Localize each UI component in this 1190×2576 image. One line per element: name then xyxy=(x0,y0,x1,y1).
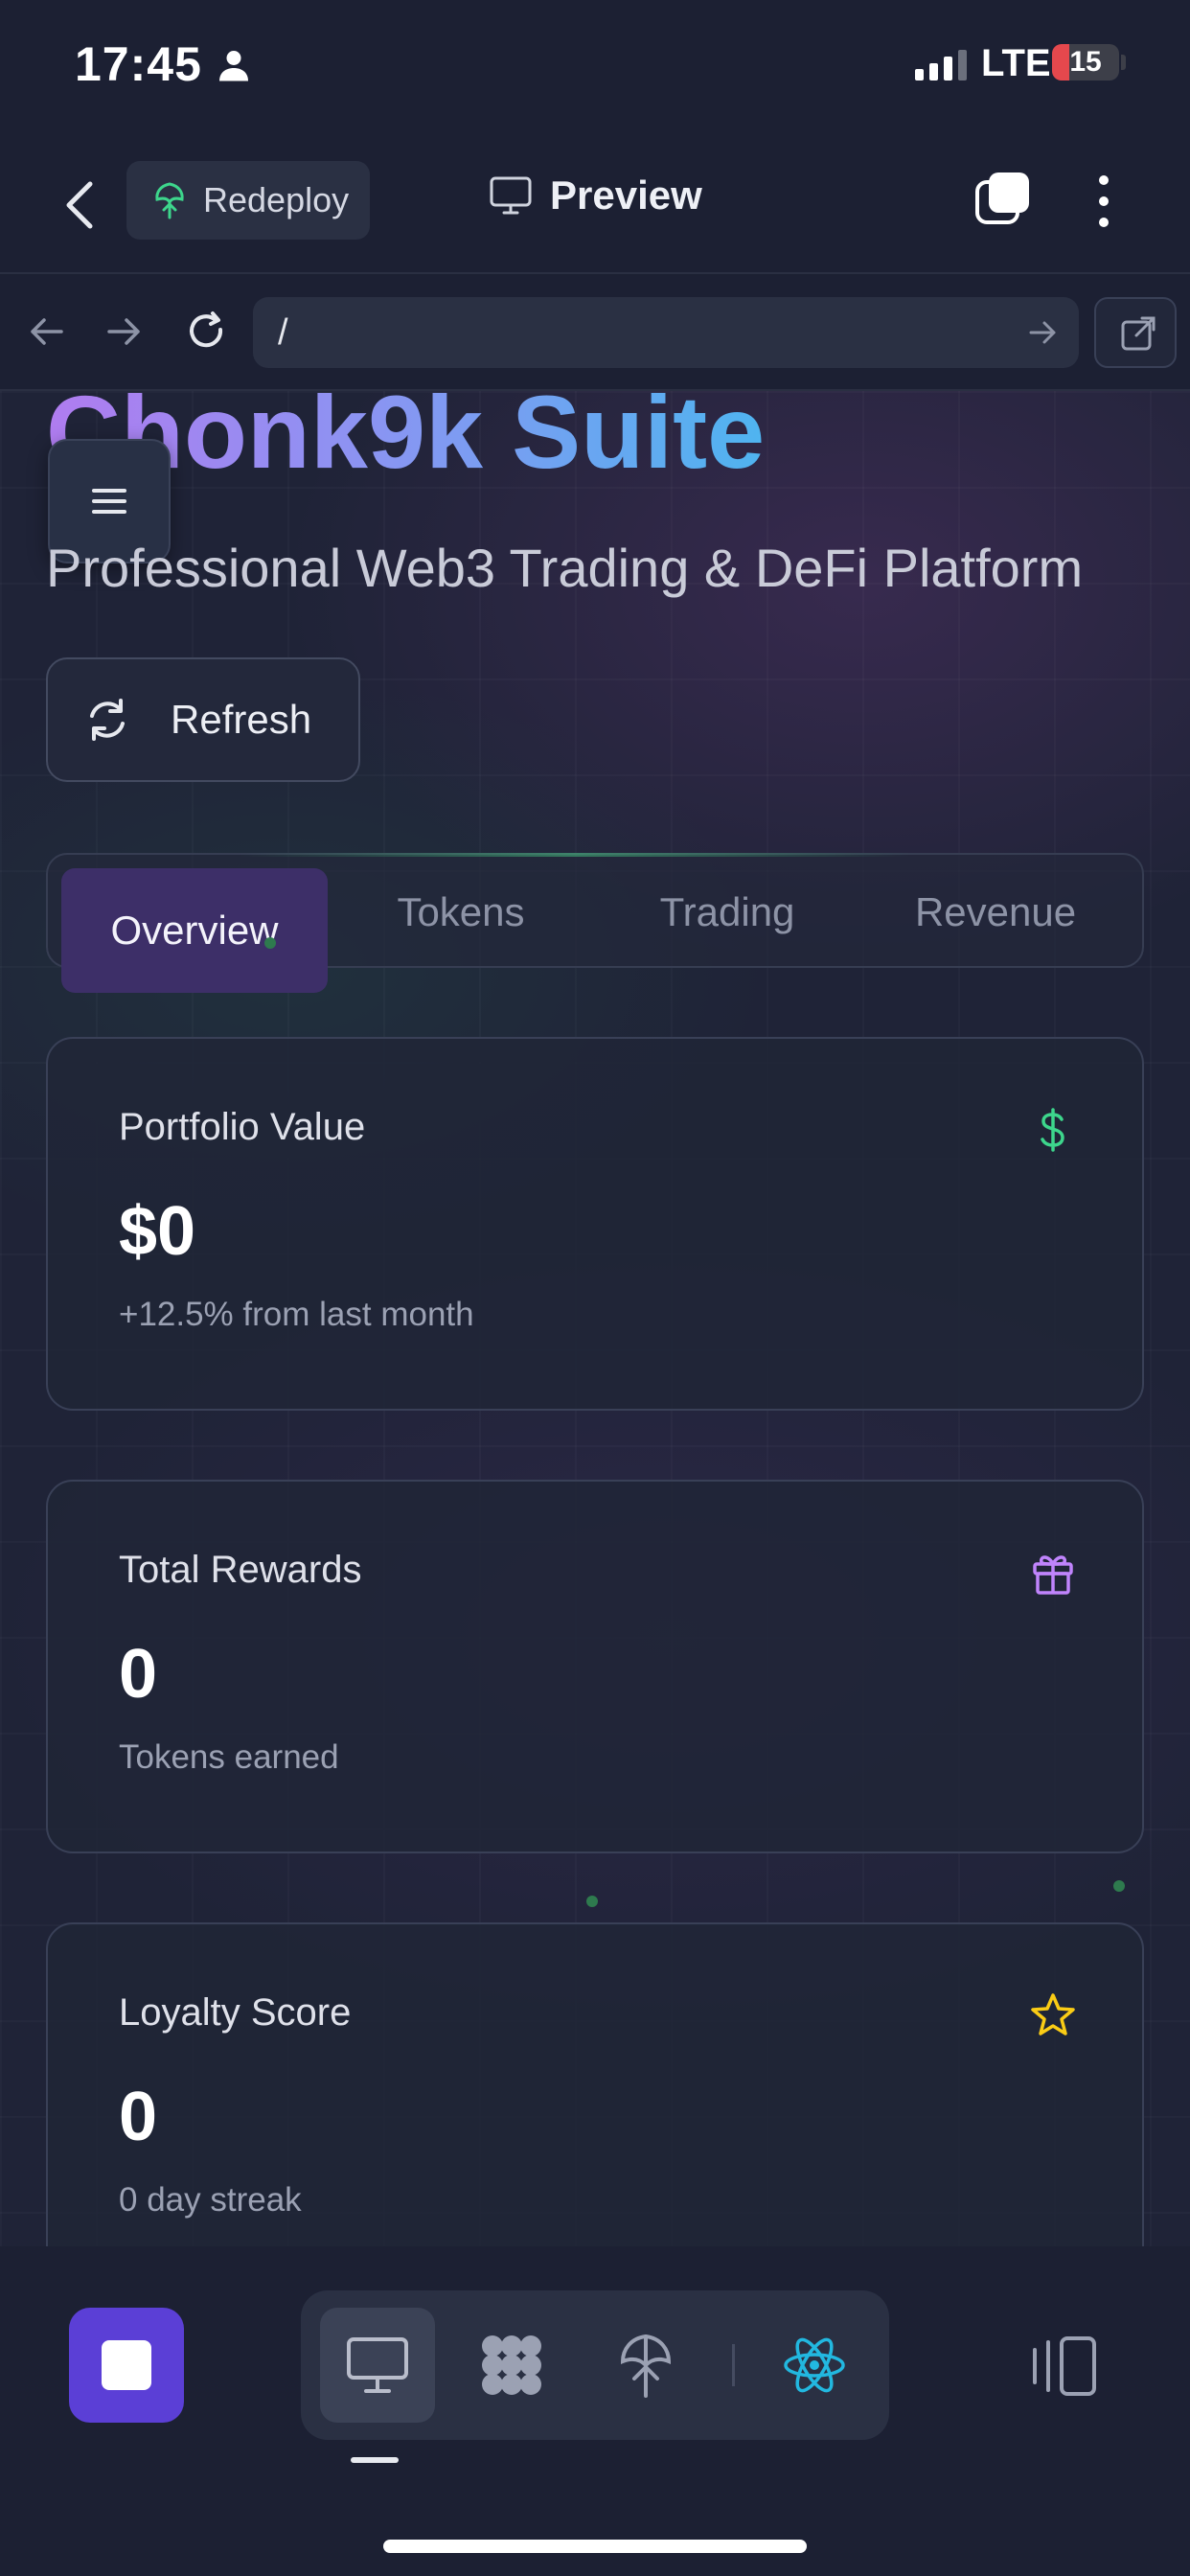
deploy-icon xyxy=(620,2334,672,2398)
redeploy-icon xyxy=(155,182,184,219)
card-label: Loyalty Score xyxy=(119,1991,352,2034)
browser-toolbar: / xyxy=(0,276,1190,391)
integrations-mode-button[interactable] xyxy=(454,2308,569,2423)
decorative-dot xyxy=(1113,1880,1125,1892)
loyalty-score-card: Loyalty Score 0 0 day streak xyxy=(46,1922,1144,2246)
decorative-dot xyxy=(264,937,276,949)
card-label: Total Rewards xyxy=(119,1549,362,1591)
refresh-button[interactable]: Refresh xyxy=(46,657,360,782)
preview-mode-button[interactable] xyxy=(320,2308,435,2423)
stop-button[interactable] xyxy=(69,2308,184,2423)
tab-trading[interactable]: Trading xyxy=(598,855,857,970)
card-value: $0 xyxy=(119,1193,196,1270)
divider xyxy=(732,2344,735,2386)
reload-icon[interactable] xyxy=(184,309,230,355)
web-preview: Chonk9k Suite Professional Web3 Trading … xyxy=(0,391,1190,2246)
card-subtext: +12.5% from last month xyxy=(119,1296,474,1333)
tab-bar: Overview Tokens Trading Revenue xyxy=(46,853,1144,993)
total-rewards-card: Total Rewards 0 Tokens earned xyxy=(46,1480,1144,1853)
app-header: Redeploy Preview xyxy=(0,134,1190,274)
external-link-icon xyxy=(1121,316,1156,351)
gift-icon xyxy=(1033,1555,1073,1595)
monitor-icon xyxy=(490,176,532,215)
react-icon xyxy=(784,2337,845,2393)
card-subtext: 0 day streak xyxy=(119,2181,302,2219)
url-input[interactable]: / xyxy=(253,297,1079,368)
mode-switcher xyxy=(301,2290,889,2440)
star-icon xyxy=(1031,1993,1075,2036)
monitor-icon xyxy=(347,2337,408,2393)
more-icon[interactable] xyxy=(1092,172,1115,230)
browser-back-icon[interactable] xyxy=(23,309,69,355)
status-time: 17:45 xyxy=(75,37,202,91)
card-label: Portfolio Value xyxy=(119,1106,366,1148)
tab-revenue[interactable]: Revenue xyxy=(866,855,1125,970)
tab-overview[interactable]: Overview xyxy=(61,868,328,993)
active-mode-indicator xyxy=(351,2457,399,2463)
refresh-label: Refresh xyxy=(171,697,312,742)
battery-level: 15 xyxy=(1069,46,1102,78)
open-external-button[interactable] xyxy=(1094,297,1177,368)
refresh-icon xyxy=(90,699,125,741)
status-bar: 17:45 LTE 15 xyxy=(0,0,1190,134)
network-type: LTE xyxy=(981,42,1051,84)
grid-blob-icon xyxy=(482,2335,541,2395)
split-view-icon[interactable] xyxy=(1025,2333,1102,2400)
react-mode-button[interactable] xyxy=(757,2308,872,2423)
tab-tokens[interactable]: Tokens xyxy=(332,855,590,970)
page-subtitle: Professional Web3 Trading & DeFi Platfor… xyxy=(46,538,1084,598)
dollar-icon xyxy=(1041,1108,1064,1152)
browser-forward-icon[interactable] xyxy=(102,309,148,355)
portfolio-value-card: Portfolio Value $0 +12.5% from last mont… xyxy=(46,1037,1144,1411)
tabs-switcher-icon[interactable] xyxy=(973,171,1031,228)
battery-icon: 15 xyxy=(1052,44,1119,80)
stop-icon xyxy=(102,2340,151,2390)
redeploy-label: Redeploy xyxy=(203,180,350,219)
go-arrow-icon[interactable] xyxy=(1027,316,1060,349)
person-icon xyxy=(219,51,248,81)
redeploy-button[interactable]: Redeploy xyxy=(126,161,370,240)
preview-label: Preview xyxy=(550,172,702,218)
decorative-dot xyxy=(586,1896,598,1907)
card-subtext: Tokens earned xyxy=(119,1738,339,1776)
preview-title: Preview xyxy=(489,172,702,218)
url-text: / xyxy=(278,311,288,353)
card-value: 0 xyxy=(119,2079,158,2155)
card-value: 0 xyxy=(119,1636,158,1713)
bottom-toolbar xyxy=(0,2246,1190,2576)
home-indicator xyxy=(383,2540,807,2553)
hamburger-icon xyxy=(92,489,126,514)
back-icon[interactable] xyxy=(57,176,105,234)
deploy-mode-button[interactable] xyxy=(588,2308,703,2423)
signal-icon xyxy=(915,50,967,80)
